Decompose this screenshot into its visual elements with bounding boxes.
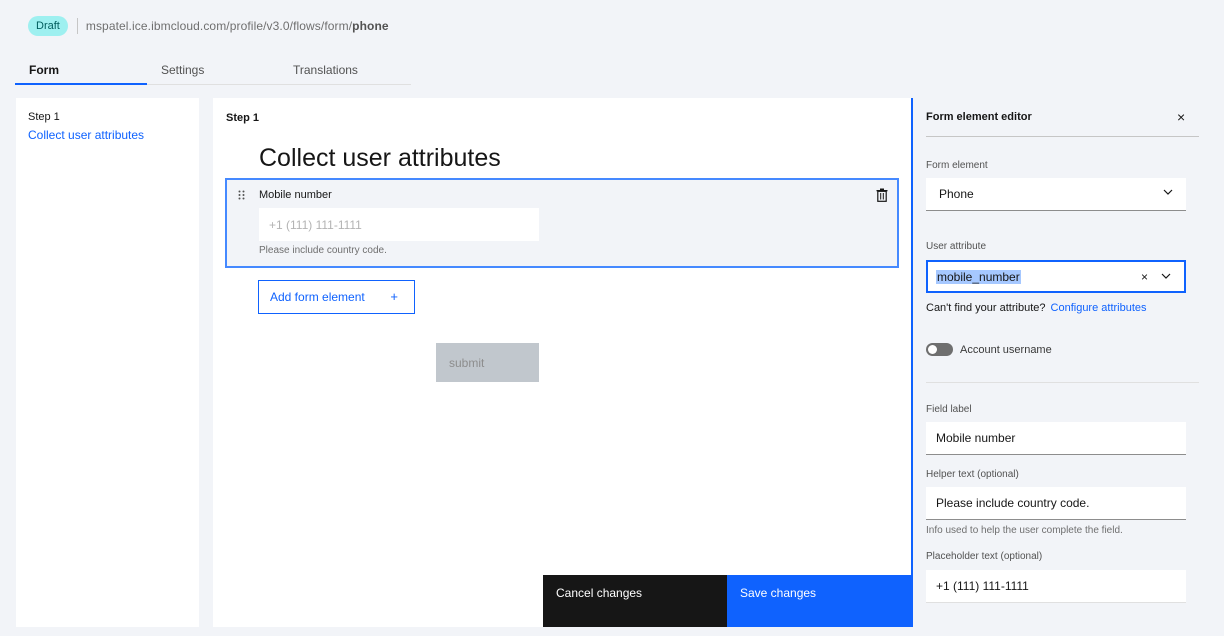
cant-find-text: Can't find your attribute?	[926, 302, 1046, 314]
account-username-label: Account username	[960, 343, 1052, 356]
flow-url: mspatel.ice.ibmcloud.com/profile/v3.0/fl…	[86, 19, 389, 33]
action-bar: Cancel changes Save changes	[543, 575, 911, 627]
status-badge: Draft	[28, 16, 68, 36]
placeholder-text-input[interactable]: +1 (111) 111-1111	[926, 570, 1186, 603]
trash-icon[interactable]	[876, 188, 888, 202]
step-nav-title: Step 1	[28, 111, 60, 123]
field-label-input[interactable]: Mobile number	[926, 422, 1186, 455]
cancel-changes-button[interactable]: Cancel changes	[543, 575, 727, 627]
step-nav-link[interactable]: Collect user attributes	[28, 128, 187, 142]
helper-text-value: Please include country code.	[936, 496, 1090, 510]
element-helper-text: Please include country code.	[259, 245, 387, 256]
add-form-element-button[interactable]: Add form element +	[258, 280, 415, 314]
chevron-down-icon	[1163, 186, 1173, 196]
user-attribute-value: mobile_number	[936, 269, 1021, 284]
drag-handle-icon[interactable]	[238, 190, 245, 202]
plus-icon: +	[390, 289, 398, 304]
field-label-label: Field label	[926, 404, 972, 415]
form-canvas: Step 1 Collect user attributes Mobile nu…	[213, 98, 911, 627]
helper-text-hint: Info used to help the user complete the …	[926, 525, 1123, 536]
tab-settings[interactable]: Settings	[147, 56, 279, 85]
user-attribute-label: User attribute	[926, 241, 987, 252]
clear-icon[interactable]: ×	[1141, 270, 1148, 284]
placeholder-text-value: +1 (111) 111-1111	[936, 579, 1029, 593]
editor-title: Form element editor	[926, 111, 1032, 123]
save-changes-button[interactable]: Save changes	[727, 575, 911, 627]
form-element-mobile[interactable]: Mobile number Please include country cod…	[225, 178, 899, 268]
helper-text-input[interactable]: Please include country code.	[926, 487, 1186, 520]
element-label: Mobile number	[259, 189, 332, 201]
add-form-element-label: Add form element	[270, 290, 365, 304]
helper-text-label: Helper text (optional)	[926, 469, 1019, 480]
user-attribute-combobox[interactable]: mobile_number ×	[926, 260, 1186, 293]
account-username-toggle-row: Account username	[926, 343, 1052, 356]
field-label-value: Mobile number	[936, 431, 1016, 445]
form-element-editor: Form element editor × Form element Phone…	[911, 98, 1224, 627]
divider	[926, 382, 1199, 383]
step-label: Step 1	[226, 112, 260, 124]
divider	[926, 136, 1199, 137]
form-heading[interactable]: Collect user attributes	[259, 144, 501, 173]
form-element-value: Phone	[939, 187, 974, 201]
mobile-number-input[interactable]	[259, 208, 539, 241]
tab-form[interactable]: Form	[15, 56, 147, 85]
close-icon[interactable]: ×	[1177, 109, 1185, 125]
step-nav: Step 1 Collect user attributes	[16, 98, 199, 627]
chevron-down-icon[interactable]	[1161, 270, 1171, 280]
tab-bar: Form Settings Translations	[15, 56, 411, 85]
configure-attributes-link[interactable]: Configure attributes	[1051, 302, 1147, 314]
url-last: phone	[352, 19, 389, 33]
placeholder-text-label: Placeholder text (optional)	[926, 551, 1043, 562]
submit-button[interactable]: submit	[436, 343, 539, 382]
form-element-label: Form element	[926, 160, 988, 171]
url-prefix: mspatel.ice.ibmcloud.com/profile/v3.0/fl…	[85, 19, 353, 33]
tab-translations[interactable]: Translations	[279, 56, 411, 85]
account-username-toggle[interactable]	[926, 343, 953, 356]
form-element-select[interactable]: Phone	[926, 178, 1186, 211]
top-bar: Draft mspatel.ice.ibmcloud.com/profile/v…	[28, 16, 389, 36]
divider	[76, 18, 78, 34]
cant-find-attribute: Can't find your attribute? Configure attr…	[926, 302, 1147, 314]
